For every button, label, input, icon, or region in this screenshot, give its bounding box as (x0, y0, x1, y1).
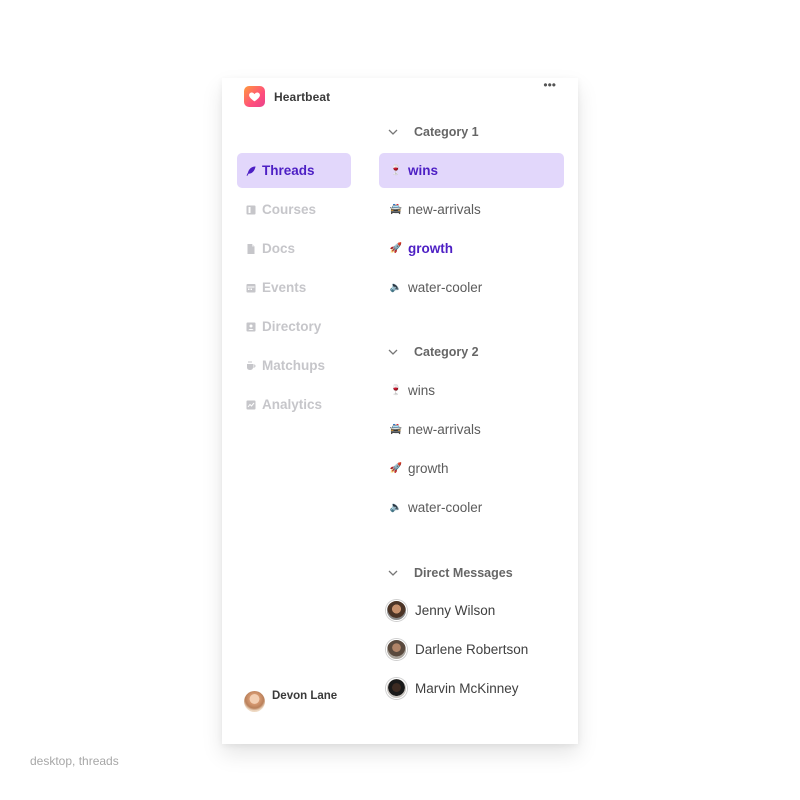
direct-messages-header[interactable]: Direct Messages (379, 563, 513, 583)
channel-label: growth (408, 461, 449, 476)
channel-label: new-arrivals (408, 422, 481, 437)
channel-item[interactable]: 🍷 wins (379, 153, 564, 188)
document-icon (245, 243, 257, 255)
heart-logo-icon (244, 86, 265, 107)
channel-label: water-cooler (408, 280, 483, 295)
channel-label: wins (408, 383, 436, 398)
more-options-icon[interactable]: ••• (543, 79, 556, 91)
channel-label: growth (408, 241, 453, 256)
user-name: Devon Lane (272, 689, 338, 702)
book-icon (245, 204, 257, 216)
category-header[interactable]: Category 1 (379, 122, 479, 142)
nav-item-label: Docs (262, 241, 296, 256)
nav-item-label: Events (262, 280, 307, 295)
channel-item[interactable]: 🚀 growth (379, 451, 564, 486)
current-user[interactable]: Devon Lane (244, 689, 338, 712)
channel-label: wins (408, 163, 439, 178)
dm-item[interactable]: Darlene Robertson (379, 632, 564, 667)
nav-item-label: Matchups (262, 358, 326, 373)
police-car-icon: 🚔 (389, 424, 403, 435)
channel-item[interactable]: 🔈 water-cooler (379, 490, 564, 525)
nav-item-events[interactable]: Events (237, 270, 351, 305)
rocket-icon: 🚀 (389, 463, 403, 474)
nav-item-label: Analytics (262, 397, 323, 412)
wine-glass-icon: 🍷 (389, 385, 403, 396)
chevron-down-icon (386, 125, 400, 139)
avatar (386, 678, 407, 699)
nav-item-label: Threads (262, 163, 315, 178)
nav-item-threads[interactable]: Threads (237, 153, 351, 188)
main-nav: Threads Courses Docs Events Directory Ma… (237, 153, 351, 426)
channel-label: new-arrivals (408, 202, 481, 217)
coffee-cup-icon (245, 360, 257, 372)
nav-item-label: Directory (262, 319, 322, 334)
caption: desktop, threads (30, 754, 119, 768)
avatar (386, 600, 407, 621)
chart-icon (245, 399, 257, 411)
app-window: Heartbeat ••• Threads Courses Docs Event… (222, 78, 578, 744)
app-name: Heartbeat (274, 89, 331, 104)
channel-item[interactable]: 🚀 growth (379, 231, 564, 266)
channel-item[interactable]: 🚔 new-arrivals (379, 192, 564, 227)
dm-name: Jenny Wilson (415, 603, 496, 618)
category-header[interactable]: Category 2 (379, 342, 479, 362)
channel-item[interactable]: 🍷 wins (379, 373, 564, 408)
channel-item[interactable]: 🔈 water-cooler (379, 270, 564, 305)
speaker-icon: 🔈 (389, 282, 403, 293)
calendar-icon (245, 282, 257, 294)
channel-item[interactable]: 🚔 new-arrivals (379, 412, 564, 447)
dm-name: Marvin McKinney (415, 681, 519, 696)
nav-item-docs[interactable]: Docs (237, 231, 351, 266)
avatar (244, 691, 265, 712)
dm-item[interactable]: Marvin McKinney (379, 671, 564, 706)
avatar (386, 639, 407, 660)
nav-item-directory[interactable]: Directory (237, 309, 351, 344)
chevron-down-icon (386, 566, 400, 580)
nav-item-label: Courses (262, 202, 317, 217)
brand[interactable]: Heartbeat (244, 86, 330, 107)
channel-label: water-cooler (408, 500, 483, 515)
wine-glass-icon: 🍷 (389, 165, 403, 176)
chevron-down-icon (386, 345, 400, 359)
nav-item-analytics[interactable]: Analytics (237, 387, 351, 422)
category-title: Category 1 (414, 125, 479, 139)
contact-card-icon (245, 321, 257, 333)
speaker-icon: 🔈 (389, 502, 403, 513)
dm-item[interactable]: Jenny Wilson (379, 593, 564, 628)
police-car-icon: 🚔 (389, 204, 403, 215)
rocket-icon: 🚀 (389, 243, 403, 254)
feather-icon (245, 165, 257, 177)
direct-messages-title: Direct Messages (414, 566, 513, 580)
dm-name: Darlene Robertson (415, 642, 529, 657)
nav-item-matchups[interactable]: Matchups (237, 348, 351, 383)
category-title: Category 2 (414, 345, 479, 359)
nav-item-courses[interactable]: Courses (237, 192, 351, 227)
